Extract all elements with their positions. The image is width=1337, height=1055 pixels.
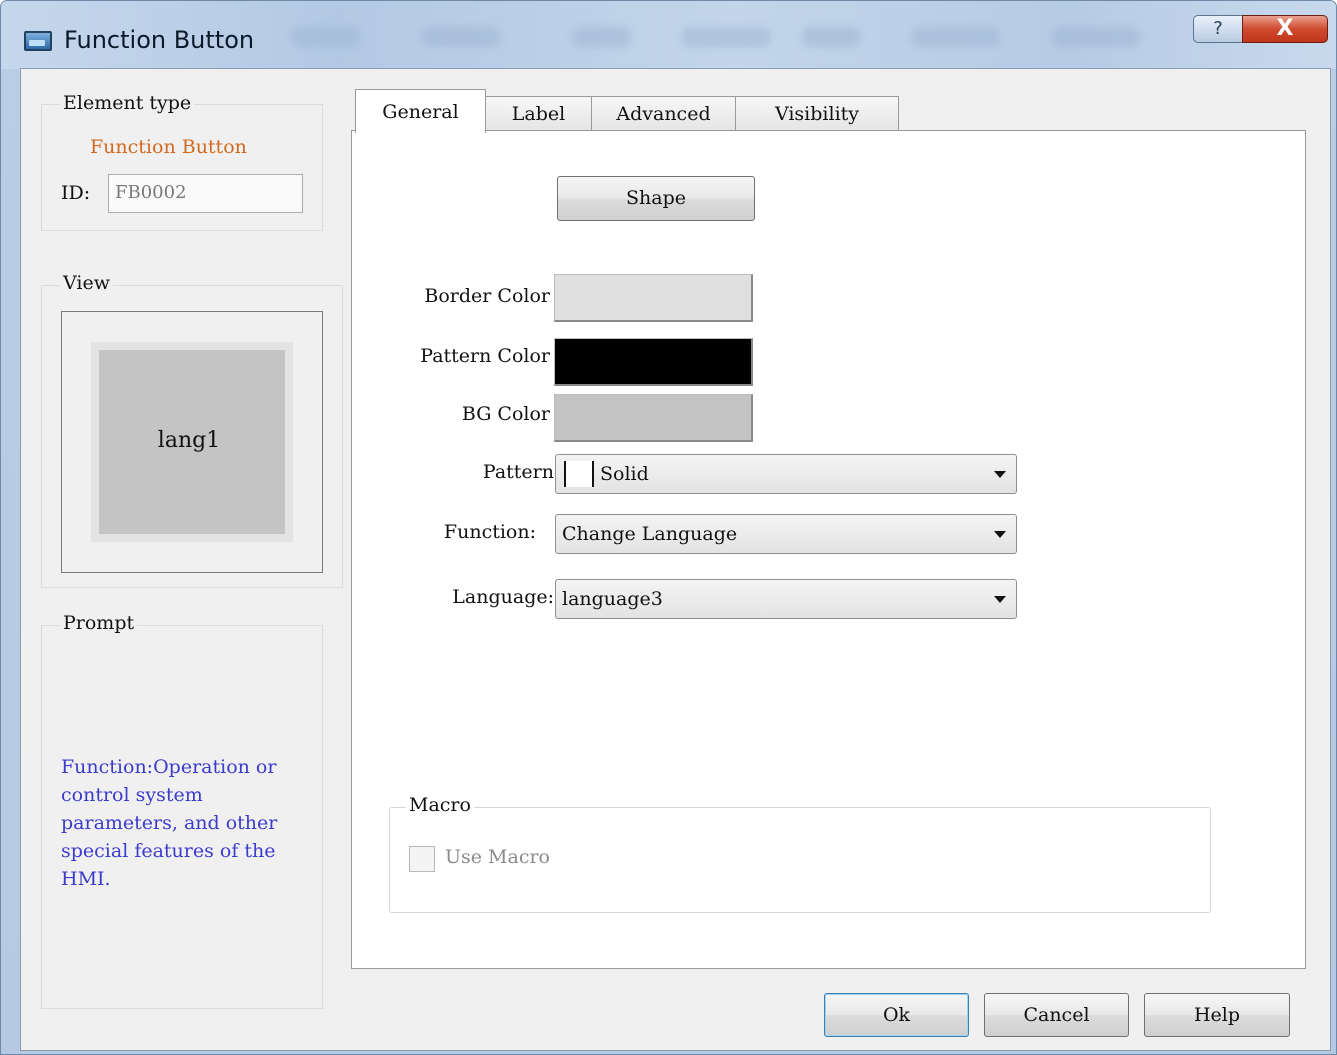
blurred-background — [421, 27, 501, 47]
shape-button[interactable]: Shape — [557, 176, 755, 221]
function-value: Change Language — [562, 523, 738, 545]
tab-general[interactable]: General — [355, 89, 486, 133]
element-type-group-title: Element type — [60, 92, 195, 114]
blurred-background — [801, 27, 861, 47]
pattern-label: Pattern — [482, 461, 554, 483]
function-combo[interactable]: Change Language — [555, 514, 1017, 554]
blurred-background — [681, 27, 771, 47]
function-label: Function: — [443, 521, 536, 543]
element-type-value: Function Button — [90, 136, 247, 158]
ok-button[interactable]: Ok — [824, 993, 969, 1037]
window-app-icon — [24, 31, 52, 51]
tab-label[interactable]: Label — [485, 96, 592, 132]
preview-button-label: lang1 — [157, 428, 221, 453]
id-field[interactable]: FB0002 — [108, 174, 303, 213]
pattern-solid-swatch — [564, 461, 594, 487]
tab-visibility[interactable]: Visibility — [735, 96, 899, 132]
pattern-color-label: Pattern Color — [420, 345, 550, 367]
border-color-swatch[interactable] — [554, 274, 753, 322]
use-macro-checkbox[interactable] — [409, 846, 435, 872]
prompt-text: Function:Operation or control system par… — [61, 756, 278, 890]
chevron-down-icon — [994, 471, 1006, 478]
border-color-label: Border Color — [424, 285, 550, 307]
chevron-down-icon — [994, 531, 1006, 538]
view-preview-frame: lang1 — [61, 311, 323, 573]
language-label: Language: — [452, 586, 554, 608]
chevron-down-icon — [994, 596, 1006, 603]
blurred-background — [1051, 27, 1141, 47]
close-button[interactable]: X — [1242, 15, 1328, 43]
blurred-background — [571, 27, 631, 47]
bg-color-swatch[interactable] — [554, 394, 753, 442]
id-label: ID: — [61, 182, 91, 204]
blurred-background — [291, 27, 361, 47]
view-group-title: View — [60, 272, 113, 294]
title-bar[interactable]: Function Button ? X — [1, 1, 1336, 69]
blurred-background — [911, 27, 1001, 47]
macro-group-title: Macro — [406, 794, 474, 816]
prompt-group-title: Prompt — [60, 612, 138, 634]
language-combo[interactable]: language3 — [555, 579, 1017, 619]
use-macro-label: Use Macro — [445, 846, 550, 868]
preview-button: lang1 — [99, 350, 285, 534]
preview-border: lang1 — [91, 342, 293, 542]
tab-advanced[interactable]: Advanced — [591, 96, 736, 132]
title-help-button[interactable]: ? — [1193, 15, 1243, 43]
window-title: Function Button — [64, 26, 255, 54]
bg-color-label: BG Color — [461, 403, 550, 425]
help-button[interactable]: Help — [1144, 993, 1290, 1037]
pattern-color-swatch[interactable] — [554, 338, 753, 386]
cancel-button[interactable]: Cancel — [984, 993, 1129, 1037]
language-value: language3 — [562, 588, 663, 610]
pattern-combo[interactable]: Solid — [555, 454, 1017, 494]
pattern-value: Solid — [600, 463, 649, 485]
